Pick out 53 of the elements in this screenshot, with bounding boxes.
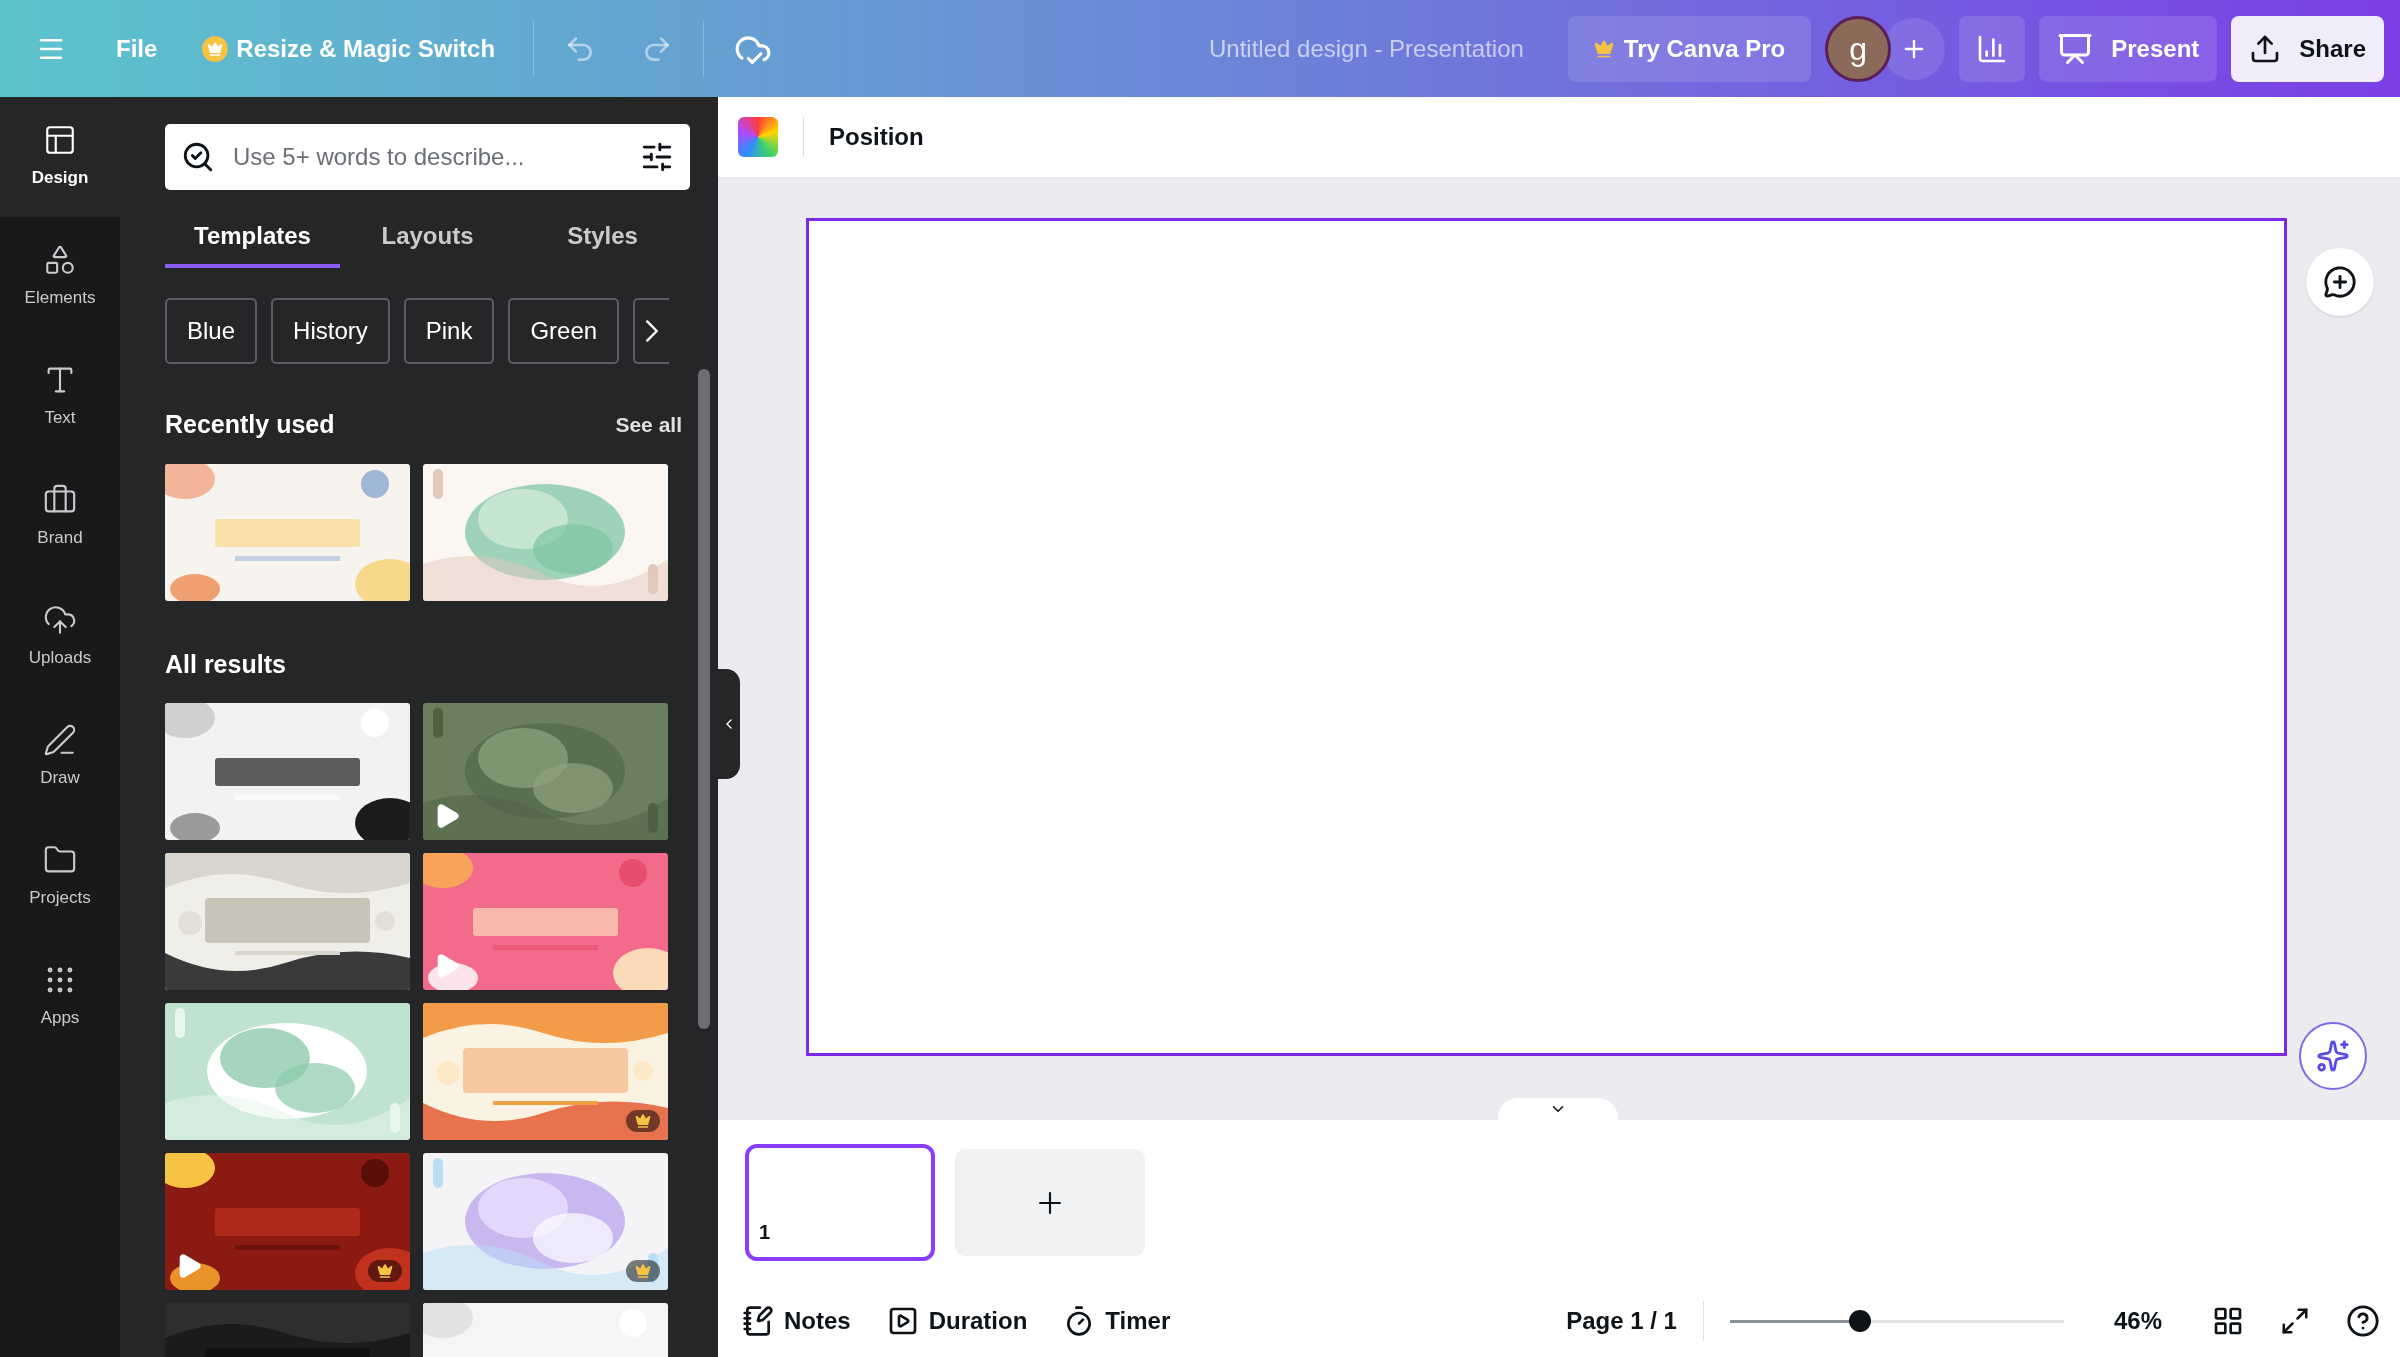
rail-item[interactable]: Draw xyxy=(0,697,120,817)
rail-item[interactable]: Elements xyxy=(0,217,120,337)
filter-icon[interactable] xyxy=(640,140,674,174)
crown-icon xyxy=(1593,38,1614,59)
duration-button[interactable]: Duration xyxy=(886,1303,1028,1339)
zoom-slider-thumb[interactable] xyxy=(1849,1310,1872,1332)
crown-icon xyxy=(202,35,229,62)
help-icon[interactable] xyxy=(2346,1304,2380,1338)
rail-item[interactable]: Projects xyxy=(0,817,120,937)
search-field[interactable]: Use 5+ words to describe... xyxy=(165,124,690,190)
panel-tab[interactable]: Templates xyxy=(165,208,340,268)
color-picker-icon[interactable] xyxy=(738,117,778,157)
add-comment-button[interactable] xyxy=(2306,248,2374,316)
rail-item[interactable]: Apps xyxy=(0,937,120,1057)
crown-badge xyxy=(626,1260,660,1282)
panel-tab[interactable]: Layouts xyxy=(340,208,515,268)
filter-chip[interactable]: Green xyxy=(508,298,620,364)
section-heading: All results xyxy=(165,648,287,680)
section-heading: Recently used xyxy=(165,409,335,440)
page-thumbnail[interactable]: 1 xyxy=(745,1144,935,1261)
grid-view-icon[interactable] xyxy=(2212,1305,2244,1337)
position-button[interactable]: Position xyxy=(829,119,924,155)
filter-chip[interactable]: History xyxy=(271,298,390,364)
analytics-button[interactable] xyxy=(1959,15,2026,82)
scrollbar[interactable] xyxy=(698,369,710,1029)
panel-tab[interactable]: Styles xyxy=(515,208,690,268)
zoom-percentage[interactable]: 46% xyxy=(2113,1303,2162,1339)
page-indicator: Page 1 / 1 xyxy=(1566,1306,1677,1336)
comment-plus-icon xyxy=(2323,265,2357,299)
collapse-panel-handle[interactable] xyxy=(718,669,740,779)
filter-chip[interactable]: Pink xyxy=(403,298,495,364)
timer-button[interactable]: Timer xyxy=(1063,1303,1171,1339)
rail-item[interactable]: Design xyxy=(0,97,120,217)
try-pro-button[interactable]: Try Canva Pro xyxy=(1567,15,1812,82)
notes-button[interactable]: Notes xyxy=(742,1303,851,1339)
magic-search-icon xyxy=(181,140,215,174)
fullscreen-icon[interactable] xyxy=(2280,1306,2310,1336)
chevron-right-icon xyxy=(646,320,659,342)
filter-chip[interactable]: Blue xyxy=(165,298,258,364)
present-button[interactable]: Present xyxy=(2039,15,2218,82)
share-button[interactable]: Share xyxy=(2231,15,2384,82)
notes-icon xyxy=(742,1305,774,1337)
next-chips-button[interactable] xyxy=(633,298,670,364)
see-all-link[interactable]: See all xyxy=(615,409,682,441)
user-avatar[interactable]: g xyxy=(1825,15,1892,82)
pen-icon xyxy=(43,723,77,758)
crown-badge xyxy=(626,1110,660,1132)
rail-item[interactable]: Uploads xyxy=(0,577,120,697)
sparkles-icon xyxy=(2316,1039,2350,1073)
rail-item[interactable]: Brand xyxy=(0,457,120,577)
rail-item[interactable]: Text xyxy=(0,337,120,457)
crown-badge xyxy=(368,1260,402,1282)
zoom-slider[interactable] xyxy=(1729,1310,2064,1332)
